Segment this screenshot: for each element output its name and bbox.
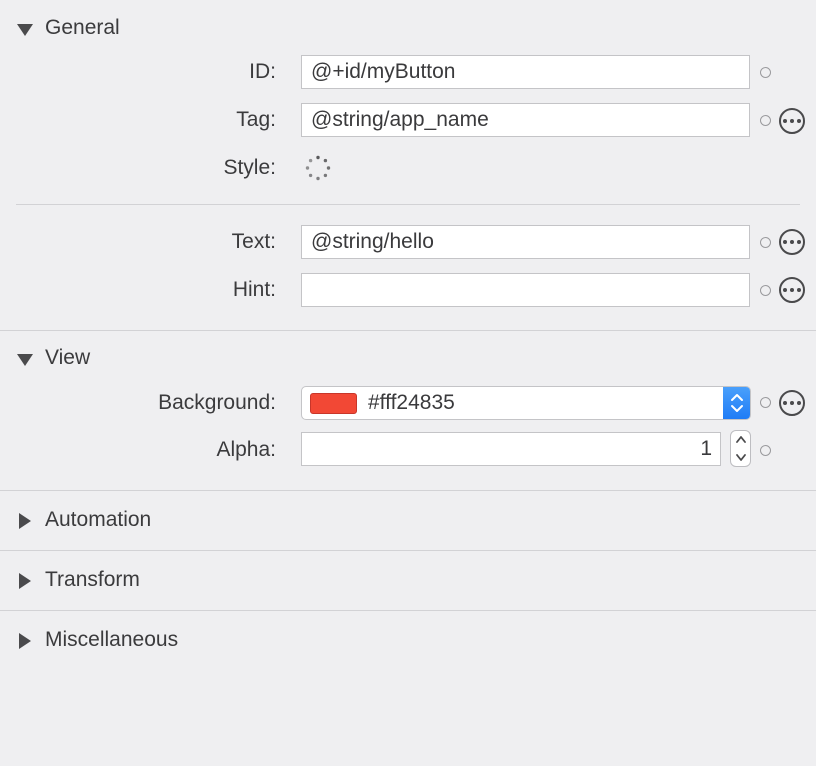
id-label: ID: [249, 60, 276, 83]
section-header-automation[interactable]: Automation [0, 500, 151, 540]
style-label: Style: [223, 156, 276, 179]
section-divider-view [0, 490, 816, 491]
disclosure-triangle-right-icon[interactable] [17, 513, 31, 529]
text-binding-indicator-icon[interactable] [760, 237, 771, 248]
id-input[interactable] [301, 55, 750, 89]
disclosure-triangle-down-icon[interactable] [17, 351, 33, 366]
section-title-automation: Automation [45, 508, 152, 531]
stepper-up-chevron-icon[interactable] [731, 431, 750, 449]
alpha-stepper[interactable] [730, 430, 751, 467]
hint-binding-indicator-icon[interactable] [760, 285, 771, 296]
tag-input[interactable] [301, 103, 750, 137]
section-title-view: View [45, 346, 91, 369]
id-binding-indicator-icon[interactable] [760, 67, 771, 78]
section-title-general: General [45, 16, 120, 39]
background-color-value: #fff24835 [368, 391, 455, 414]
section-divider-transform [0, 610, 816, 611]
disclosure-triangle-right-icon[interactable] [17, 633, 31, 649]
hint-label: Hint: [232, 278, 276, 301]
background-label: Background: [158, 391, 276, 414]
stepper-down-chevron-icon[interactable] [731, 449, 750, 467]
background-binding-indicator-icon[interactable] [760, 397, 771, 408]
text-label: Text: [231, 230, 276, 253]
tag-more-ellipsis-icon[interactable] [779, 108, 805, 134]
disclosure-triangle-down-icon[interactable] [17, 21, 33, 36]
alpha-input[interactable]: 1 [301, 432, 721, 466]
background-color-popup[interactable]: #fff24835 [301, 386, 751, 420]
alpha-binding-indicator-icon[interactable] [760, 445, 771, 456]
section-divider-automation [0, 550, 816, 551]
alpha-label: Alpha: [216, 438, 276, 461]
background-more-ellipsis-icon[interactable] [779, 390, 805, 416]
section-title-miscellaneous: Miscellaneous [45, 628, 179, 651]
background-color-swatch[interactable] [310, 392, 357, 414]
text-more-ellipsis-icon[interactable] [779, 229, 805, 255]
section-title-transform: Transform [45, 568, 140, 591]
tag-label: Tag: [236, 108, 276, 131]
hint-input[interactable] [301, 273, 750, 307]
tag-binding-indicator-icon[interactable] [760, 115, 771, 126]
section-divider-general [0, 330, 816, 331]
section-header-view[interactable]: View [0, 338, 90, 378]
disclosure-triangle-right-icon[interactable] [17, 573, 31, 589]
section-header-general[interactable]: General [0, 8, 120, 48]
style-loading-spinner-icon [305, 155, 331, 181]
section-header-transform[interactable]: Transform [0, 560, 140, 600]
text-input[interactable] [301, 225, 750, 259]
hint-more-ellipsis-icon[interactable] [779, 277, 805, 303]
up-down-chevron-icon[interactable] [723, 387, 750, 419]
general-inner-divider [16, 204, 800, 205]
section-header-miscellaneous[interactable]: Miscellaneous [0, 620, 178, 660]
